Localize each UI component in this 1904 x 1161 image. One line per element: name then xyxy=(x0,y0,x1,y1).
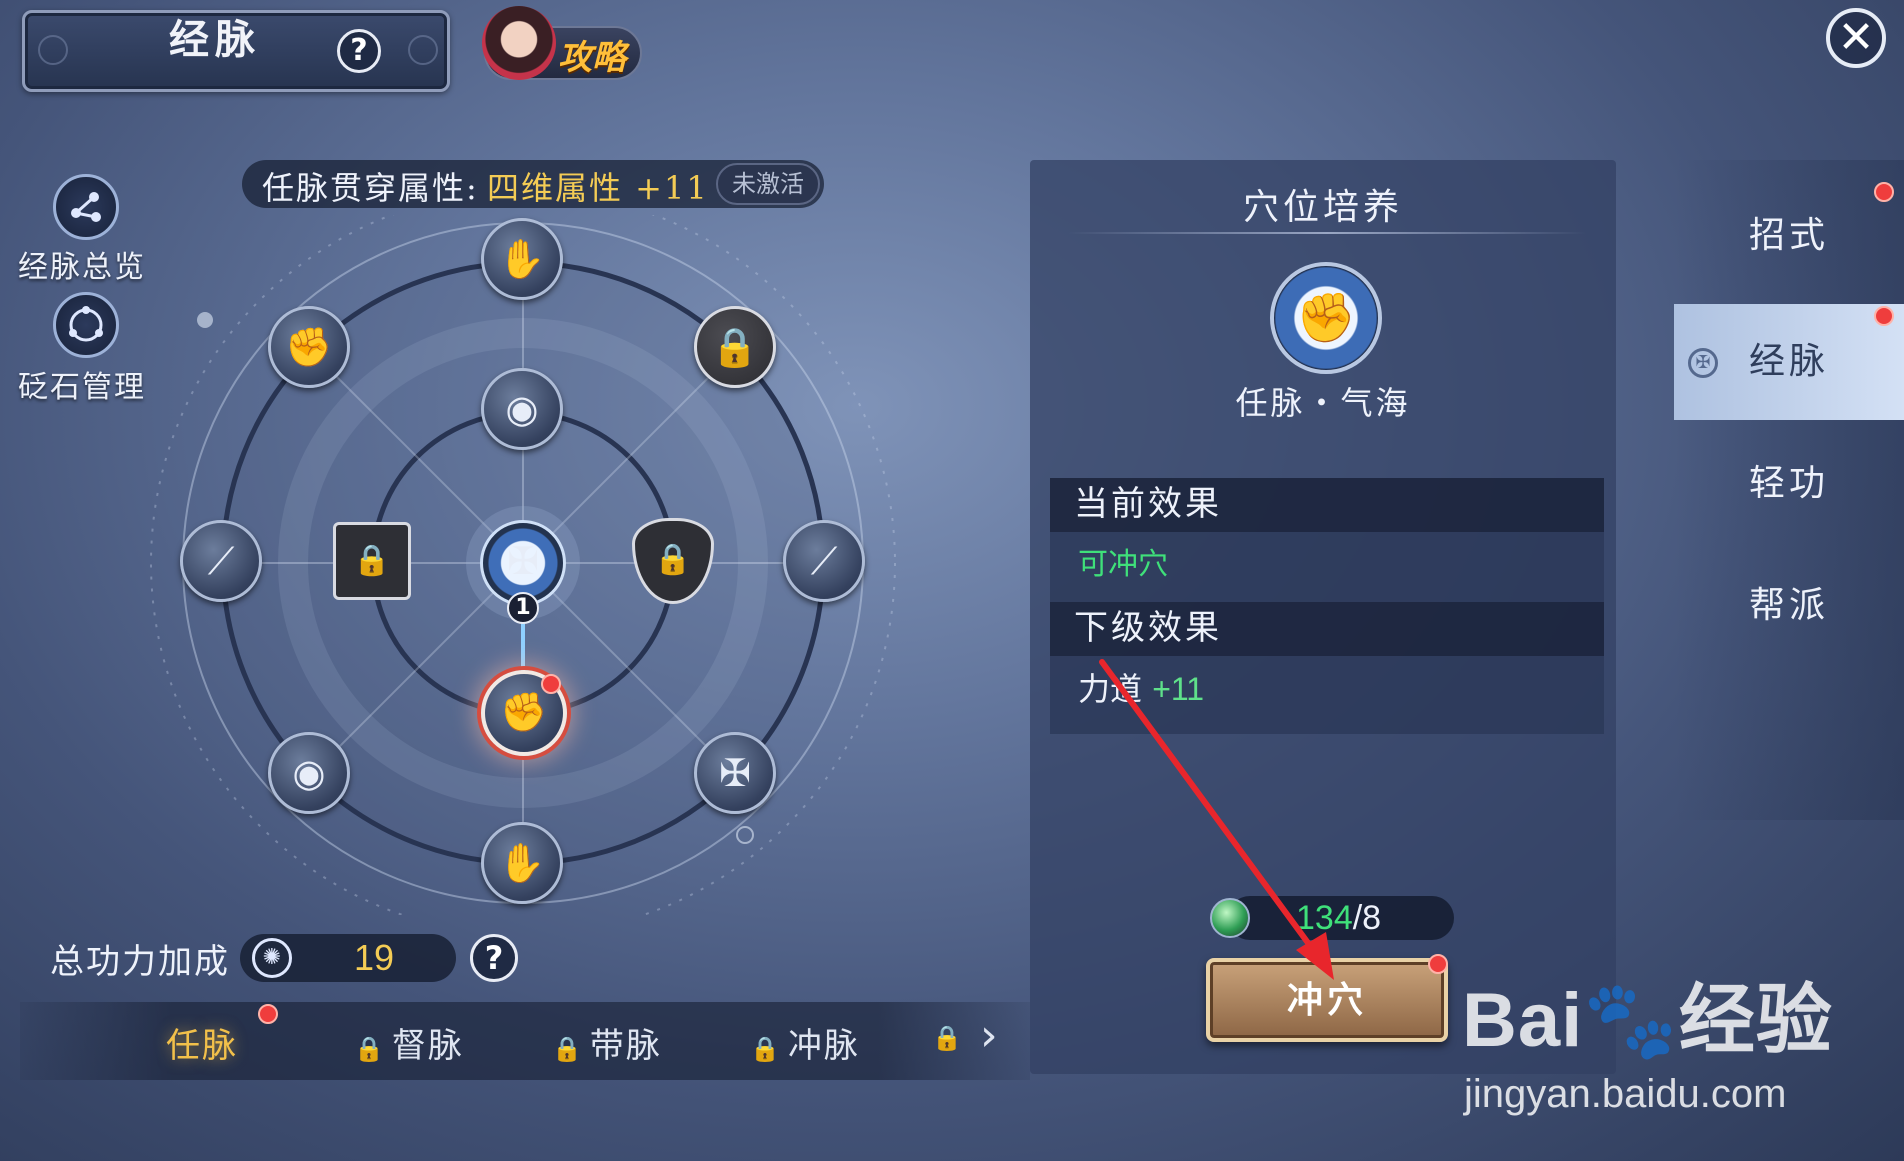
total-power-value: 19 xyxy=(354,937,395,978)
next-effect-header: 下级效果 xyxy=(1050,602,1604,656)
total-power-label: 总功力加成 xyxy=(50,942,230,982)
lock-icon: 🔒 xyxy=(750,1035,782,1063)
palm-node[interactable]: ✋ xyxy=(481,822,563,904)
staff-node[interactable]: ⟋ xyxy=(783,520,865,602)
locked-node[interactable]: 🔒 xyxy=(694,306,776,388)
close-button[interactable]: ✕ xyxy=(1826,8,1886,68)
notification-dot xyxy=(1874,182,1894,202)
tab-renmai[interactable]: 任脉 xyxy=(166,1018,238,1067)
tab-guild[interactable]: 帮派 xyxy=(1674,548,1904,664)
help-icon[interactable]: ? xyxy=(470,934,518,982)
eye-node[interactable]: ◉ xyxy=(268,732,350,814)
acupoint-name: 任脉・气海 xyxy=(1235,384,1411,422)
help-icon[interactable]: ? xyxy=(337,29,381,73)
tab-dumai[interactable]: 🔒 督脉 xyxy=(354,1018,464,1067)
tab-label: 带脉 xyxy=(589,1026,662,1066)
tab-moves[interactable]: 招式 xyxy=(1674,178,1904,294)
cost-required: /8 xyxy=(1352,899,1382,937)
knot-node[interactable]: ✠ xyxy=(694,732,776,814)
attribute-banner-label: 任脉贯穿属性: xyxy=(262,169,479,207)
tab-label: 督脉 xyxy=(391,1026,464,1066)
notification-dot xyxy=(1874,306,1894,326)
current-effect-value: 可冲穴 xyxy=(1050,532,1604,602)
tab-daimai[interactable]: 🔒 带脉 xyxy=(552,1018,662,1067)
tab-label: 冲脉 xyxy=(787,1026,860,1066)
annotation-arrow xyxy=(1099,659,1334,980)
lock-icon: 🔒 xyxy=(552,1035,584,1063)
fist-node[interactable]: ✊ xyxy=(268,306,350,388)
fist-icon: ✊ xyxy=(1270,262,1382,374)
panel-title: 穴位培养 xyxy=(1242,187,1403,228)
notification-dot xyxy=(541,674,561,694)
locked-square-node[interactable]: 🔒 xyxy=(333,522,411,600)
knot-ornament-icon: ✠ xyxy=(1688,348,1718,378)
level-badge: 1 xyxy=(507,592,539,624)
ring-icon xyxy=(69,306,103,342)
tab-chongmai[interactable]: 🔒 冲脉 xyxy=(750,1018,860,1067)
tab-qinggong[interactable]: 轻功 xyxy=(1674,426,1904,542)
swirl-icon: ✺ xyxy=(252,938,292,978)
lock-icon: 🔒 xyxy=(354,1035,386,1063)
watermark-logo: Bai🐾经验 xyxy=(1462,978,1833,1063)
notification-dot xyxy=(1428,954,1448,974)
guide-avatar[interactable] xyxy=(482,6,556,80)
watermark-url: jingyan.baidu.com xyxy=(1464,1072,1787,1116)
ring-icon[interactable] xyxy=(53,292,119,358)
network-icon[interactable] xyxy=(53,174,119,240)
palm-node[interactable]: ✋ xyxy=(481,218,563,300)
activation-status-badge: 未激活 xyxy=(716,163,820,205)
staff-node[interactable]: ⟋ xyxy=(180,520,262,602)
chevron-right-icon[interactable]: › xyxy=(980,1010,998,1061)
divider xyxy=(1068,232,1586,234)
eye-node[interactable]: ◉ xyxy=(481,368,563,450)
attribute-banner-value: 四维属性 +11 xyxy=(487,169,709,207)
notification-dot xyxy=(258,1004,278,1024)
current-effect-header: 当前效果 xyxy=(1050,478,1604,532)
guide-label[interactable]: 攻略 xyxy=(558,30,626,79)
network-icon xyxy=(71,192,101,222)
lock-icon[interactable]: 🔒 xyxy=(932,1024,962,1052)
